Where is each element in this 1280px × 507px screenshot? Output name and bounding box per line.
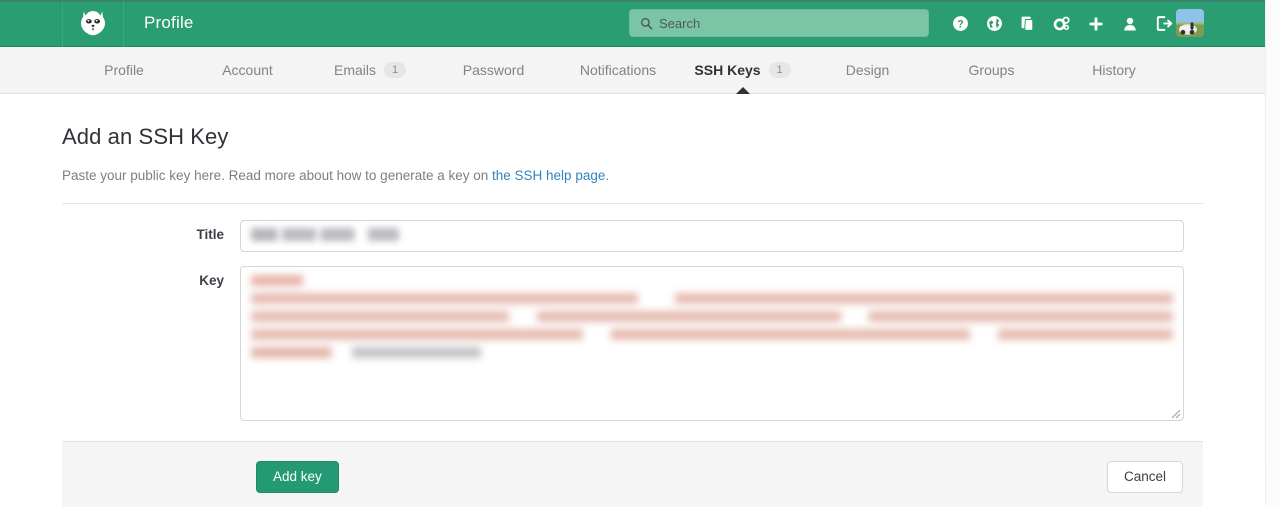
form-row-title: Title	[62, 220, 1203, 252]
title-input-wrapper[interactable]	[240, 220, 1184, 252]
ssh-key-title-input[interactable]	[240, 220, 1184, 252]
tab-groups[interactable]: Groups	[930, 47, 1053, 93]
ssh-key-textarea[interactable]	[240, 266, 1184, 421]
tab-badge: 1	[384, 62, 406, 78]
page-title: Add an SSH Key	[62, 124, 1203, 150]
tab-label: Design	[846, 62, 890, 78]
form-row-key: Key	[62, 266, 1203, 421]
active-tab-caret-icon	[736, 87, 750, 94]
new-plus-icon[interactable]	[1079, 0, 1113, 47]
form-actions-footer: Add key Cancel	[62, 441, 1203, 507]
tab-design[interactable]: Design	[805, 47, 930, 93]
title-field-col	[240, 220, 1203, 252]
tab-ssh-keys[interactable]: SSH Keys 1	[680, 47, 805, 93]
key-redacted-line	[251, 293, 1173, 304]
tab-account[interactable]: Account	[186, 47, 309, 93]
tab-label: Password	[463, 62, 524, 78]
key-redacted-line	[251, 329, 1173, 340]
tab-label: History	[1092, 62, 1136, 78]
profile-settings-tabs: Profile Account Emails 1 Password Notificatio…	[0, 47, 1280, 94]
tab-profile[interactable]: Profile	[62, 47, 186, 93]
tab-password[interactable]: Password	[431, 47, 556, 93]
title-field-label: Title	[62, 220, 240, 242]
tab-label: Groups	[969, 62, 1015, 78]
admin-gears-icon[interactable]	[1045, 0, 1079, 47]
search-input[interactable]	[659, 13, 909, 33]
tab-history[interactable]: History	[1053, 47, 1175, 93]
key-redacted-overlay	[251, 275, 1173, 365]
profile-user-icon[interactable]	[1113, 0, 1147, 47]
svg-text:?: ?	[957, 18, 963, 30]
header-icon-row: ?	[943, 0, 1181, 47]
tab-badge: 1	[769, 62, 791, 78]
add-key-button[interactable]: Add key	[256, 461, 339, 493]
page-scrollbar[interactable]	[1265, 0, 1280, 507]
tab-label: Emails	[334, 62, 376, 78]
add-ssh-key-form: Title Key	[62, 204, 1203, 507]
tab-notifications[interactable]: Notifications	[556, 47, 680, 93]
key-redacted-line	[251, 311, 1173, 322]
help-icon[interactable]: ?	[943, 0, 977, 47]
page-scrollbar-thumb[interactable]	[1269, 0, 1278, 470]
description-suffix-text: .	[605, 168, 609, 183]
tab-emails[interactable]: Emails 1	[309, 47, 431, 93]
key-field-col	[240, 266, 1203, 421]
textarea-resize-handle[interactable]	[1169, 406, 1181, 418]
ssh-help-page-link[interactable]: the SSH help page	[492, 168, 605, 183]
description-prefix-text: Paste your public key here. Read more ab…	[62, 168, 492, 183]
cancel-button[interactable]: Cancel	[1107, 461, 1183, 493]
gitlab-fox-logo-icon	[78, 8, 108, 38]
gitlab-logo-cell[interactable]	[62, 0, 124, 47]
tab-label: Account	[222, 62, 273, 78]
user-avatar[interactable]	[1176, 9, 1204, 37]
key-redacted-line	[251, 275, 303, 286]
header-title[interactable]: Profile	[144, 13, 194, 33]
app-page: Profile ?	[0, 0, 1280, 507]
snippets-icon[interactable]	[1011, 0, 1045, 47]
global-search-box[interactable]	[629, 9, 929, 37]
globe-icon[interactable]	[977, 0, 1011, 47]
page-description: Paste your public key here. Read more ab…	[62, 168, 1203, 183]
key-field-label: Key	[62, 266, 240, 288]
key-redacted-line	[251, 347, 481, 358]
top-header-bar: Profile ?	[0, 0, 1280, 47]
tab-label: SSH Keys	[694, 62, 760, 78]
tab-label: Notifications	[580, 62, 656, 78]
main-content: Add an SSH Key Paste your public key her…	[0, 94, 1265, 507]
search-icon	[630, 17, 653, 30]
tab-label: Profile	[104, 62, 144, 78]
